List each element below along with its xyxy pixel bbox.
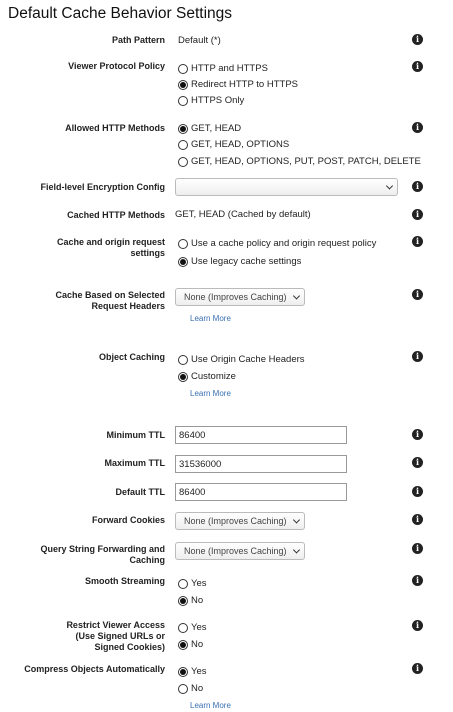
radio-button[interactable] <box>178 371 188 382</box>
info-icon[interactable]: i <box>412 620 423 631</box>
info-icon[interactable]: i <box>412 663 423 674</box>
radio-use-legacy-cache-settings[interactable]: Use legacy cache settings <box>178 255 301 268</box>
smooth-streaming-label: Smooth Streaming <box>84 576 165 586</box>
chevron-down-icon <box>385 182 394 190</box>
info-icon[interactable]: i <box>412 514 423 525</box>
forward-cookies-select[interactable]: None (Improves Caching) <box>175 512 305 530</box>
maximum-ttl-input[interactable] <box>175 455 347 473</box>
info-icon[interactable]: i <box>412 289 423 300</box>
viewer-protocol-policy-label: Viewer Protocol Policy <box>68 61 165 71</box>
info-icon[interactable]: i <box>412 122 423 133</box>
radio-redirect-http-to-https[interactable]: Redirect HTTP to HTTPS <box>178 78 298 91</box>
minimum-ttl-label: Minimum TTL <box>106 430 166 440</box>
info-icon[interactable]: i <box>412 486 423 497</box>
chevron-down-icon <box>292 292 301 300</box>
radio-https-only[interactable]: HTTPS Only <box>178 94 244 107</box>
chevron-down-icon <box>292 516 301 524</box>
radio-button[interactable] <box>178 639 188 650</box>
info-icon[interactable]: i <box>412 236 423 247</box>
info-icon[interactable]: i <box>412 351 423 362</box>
radio-use-origin-cache-headers[interactable]: Use Origin Cache Headers <box>178 353 305 366</box>
radio-http-and-https[interactable]: HTTP and HTTPS <box>178 62 268 75</box>
cache-based-on-headers-select[interactable]: None (Improves Caching) <box>175 288 305 306</box>
radio-smooth-streaming-yes[interactable]: Yes <box>178 577 207 590</box>
radio-button[interactable] <box>178 578 188 589</box>
chevron-down-icon <box>292 546 301 554</box>
learn-more-link[interactable]: Learn More <box>190 701 231 710</box>
compress-objects-label: Compress Objects Automatically <box>24 664 165 674</box>
radio-compress-yes[interactable]: Yes <box>178 665 207 678</box>
radio-restrict-viewer-yes[interactable]: Yes <box>178 621 207 634</box>
radio-restrict-viewer-no[interactable]: No <box>178 638 203 651</box>
radio-button[interactable] <box>178 595 188 606</box>
radio-button[interactable] <box>178 156 188 167</box>
radio-button[interactable] <box>178 139 188 150</box>
radio-button[interactable] <box>178 256 188 267</box>
forward-cookies-label: Forward Cookies <box>91 515 165 525</box>
radio-button[interactable] <box>178 123 188 134</box>
radio-button[interactable] <box>178 354 188 365</box>
radio-smooth-streaming-no[interactable]: No <box>178 594 203 607</box>
learn-more-link[interactable]: Learn More <box>190 314 231 323</box>
radio-button[interactable] <box>178 95 188 106</box>
query-string-forwarding-label: Query String Forwarding and Caching <box>40 544 165 565</box>
info-icon[interactable]: i <box>412 209 423 220</box>
radio-compress-no[interactable]: No <box>178 682 203 695</box>
info-icon[interactable]: i <box>412 457 423 468</box>
default-ttl-label: Default TTL <box>115 487 166 497</box>
radio-get-head-options[interactable]: GET, HEAD, OPTIONS <box>178 138 289 151</box>
radio-button[interactable] <box>178 666 188 677</box>
path-pattern-value: Default (*) <box>178 35 221 46</box>
radio-customize[interactable]: Customize <box>178 370 236 383</box>
radio-button[interactable] <box>178 79 188 90</box>
field-level-encryption-label: Field-level Encryption Config <box>40 182 165 192</box>
query-string-forwarding-select[interactable]: None (Improves Caching) <box>175 542 305 560</box>
cached-http-methods-value: GET, HEAD (Cached by default) <box>175 209 311 220</box>
minimum-ttl-input[interactable] <box>175 426 347 444</box>
info-icon[interactable]: i <box>412 575 423 586</box>
radio-button[interactable] <box>178 238 188 249</box>
radio-button[interactable] <box>178 683 188 694</box>
maximum-ttl-label: Maximum TTL <box>104 458 165 468</box>
default-ttl-input[interactable] <box>175 483 347 501</box>
object-caching-label: Object Caching <box>98 352 165 362</box>
radio-button[interactable] <box>178 622 188 633</box>
radio-use-cache-policy[interactable]: Use a cache policy and origin request po… <box>178 237 376 250</box>
cached-http-methods-label: Cached HTTP Methods <box>67 210 165 220</box>
info-icon[interactable]: i <box>412 181 423 192</box>
info-icon[interactable]: i <box>412 543 423 554</box>
radio-get-head[interactable]: GET, HEAD <box>178 122 241 135</box>
info-icon[interactable]: i <box>412 34 423 45</box>
info-icon[interactable]: i <box>412 429 423 440</box>
cache-based-on-headers-label: Cache Based on Selected Request Headers <box>55 290 165 311</box>
radio-button[interactable] <box>178 63 188 74</box>
restrict-viewer-access-label: Restrict Viewer Access (Use Signed URLs o… <box>66 620 165 652</box>
learn-more-link[interactable]: Learn More <box>190 389 231 398</box>
page-title: Default Cache Behavior Settings <box>8 5 233 22</box>
field-level-encryption-select[interactable] <box>175 178 398 196</box>
allowed-http-methods-label: Allowed HTTP Methods <box>65 123 165 133</box>
radio-all-methods[interactable]: GET, HEAD, OPTIONS, PUT, POST, PATCH, DE… <box>178 155 421 168</box>
info-icon[interactable]: i <box>412 61 423 72</box>
cache-origin-request-label: Cache and origin request settings <box>56 237 165 258</box>
path-pattern-label: Path Pattern <box>111 35 165 45</box>
